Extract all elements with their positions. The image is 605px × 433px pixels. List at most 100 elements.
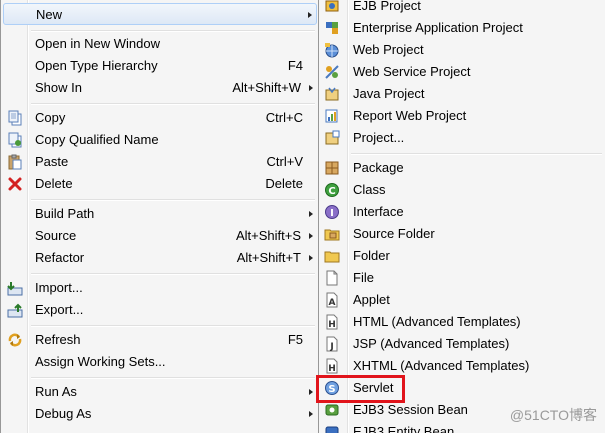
export-icon [7, 302, 23, 318]
delete-x-icon [7, 176, 23, 192]
menu-item-label: Run As [35, 384, 77, 399]
menu-item-refactor[interactable]: Refactor Alt+Shift+T [3, 247, 317, 269]
menu-item-label: Delete [35, 176, 73, 191]
menu-item-import[interactable]: Import... [3, 277, 317, 299]
menu-item-show-in[interactable]: Show In Alt+Shift+W [3, 77, 317, 99]
svg-text:H: H [328, 320, 336, 330]
menu-separator [31, 377, 315, 379]
menu-item-report-web-project[interactable]: Report Web Project [321, 105, 604, 127]
menu-item-label: Export... [35, 302, 84, 317]
menu-item-run-as[interactable]: Run As [3, 381, 317, 403]
copy-qualified-name-icon [7, 132, 23, 148]
watermark: @51CTO博客 [509, 407, 597, 423]
ejb3-session-bean-icon [324, 402, 340, 418]
menu-item-label: EJB Project [353, 0, 421, 13]
menu-item-label: Assign Working Sets... [35, 354, 166, 369]
submenu-arrow-icon [309, 233, 313, 239]
menu-item-folder[interactable]: Folder [321, 245, 604, 267]
menu-item-label: EJB3 Entity Bean [353, 424, 455, 433]
menu-item-shortcut: Alt+Shift+T [236, 250, 301, 265]
servlet-highlight-box [316, 375, 405, 403]
menu-item-enterprise-application-project[interactable]: Enterprise Application Project [321, 17, 604, 39]
java-project-icon [324, 86, 340, 102]
menu-item-shortcut: Alt+Shift+S [235, 228, 301, 243]
menu-item-open-type-hierarchy[interactable]: Open Type Hierarchy F4 [3, 55, 317, 77]
svg-text:J: J [329, 342, 333, 352]
menu-item-label: Paste [35, 154, 69, 169]
svg-text:C: C [328, 186, 335, 197]
svg-text:I: I [330, 208, 334, 219]
web-service-project-icon [324, 64, 340, 80]
menu-item-shortcut: F5 [287, 332, 303, 347]
menu-item-web-project[interactable]: Web Project [321, 39, 604, 61]
menu-item-assign-working-sets[interactable]: Assign Working Sets... [3, 351, 317, 373]
submenu-arrow-icon [309, 255, 313, 261]
menu-item-source[interactable]: Source Alt+Shift+S [3, 225, 317, 247]
file-icon [324, 270, 340, 286]
menu-item-label: HTML (Advanced Templates) [353, 314, 521, 329]
menu-item-export[interactable]: Export... [3, 299, 317, 321]
menu-item-new[interactable]: New [3, 3, 317, 25]
menu-item-jsp[interactable]: J JSP (Advanced Templates) [321, 333, 604, 355]
menu-item-label: Interface [353, 204, 404, 219]
menu-item-label: Debug As [35, 406, 92, 421]
ejb3-entity-bean-icon [324, 424, 340, 433]
menu-separator [31, 325, 315, 327]
menu-item-label: Import... [35, 280, 83, 295]
menu-item-label: Show In [35, 80, 82, 95]
menu-item-java-project[interactable]: Java Project [321, 83, 604, 105]
submenu-arrow-icon [309, 411, 313, 417]
menu-item-label: Source [35, 228, 77, 243]
report-web-project-icon [324, 108, 340, 124]
xhtml-file-icon: H [324, 358, 340, 374]
menu-item-label: Open in New Window [35, 36, 160, 51]
menu-item-delete[interactable]: Delete Delete [3, 173, 317, 195]
menu-item-label: Copy [35, 110, 66, 125]
menu-item-label: Package [353, 160, 404, 175]
menu-item-label: Report Web Project [353, 108, 467, 123]
web-project-globe-icon [324, 42, 340, 58]
project-icon [324, 130, 340, 146]
menu-item-label: XHTML (Advanced Templates) [353, 358, 530, 373]
menu-item-copy-qualified-name[interactable]: Copy Qualified Name [3, 129, 317, 151]
menu-item-label: Java Project [353, 86, 425, 101]
menu-item-paste[interactable]: Paste Ctrl+V [3, 151, 317, 173]
menu-item-package[interactable]: Package [321, 157, 604, 179]
menu-item-refresh[interactable]: Refresh F5 [3, 329, 317, 351]
source-folder-icon [324, 226, 340, 242]
import-icon [7, 280, 23, 296]
new-submenu: EJB Project Enterprise Application Proje… [318, 0, 605, 433]
menu-item-file[interactable]: File [321, 267, 604, 289]
menu-item-label: JSP (Advanced Templates) [353, 336, 510, 351]
menu-item-label: Folder [353, 248, 390, 263]
svg-text:H: H [328, 364, 336, 374]
enterprise-project-icon [324, 20, 340, 36]
menu-separator [31, 103, 315, 105]
menu-item-label: Copy Qualified Name [35, 132, 159, 147]
refresh-icon [7, 332, 23, 348]
menu-item-project[interactable]: Project... [321, 127, 604, 149]
menu-item-label: Web Project [353, 42, 424, 57]
menu-item-open-in-new-window[interactable]: Open in New Window [3, 33, 317, 55]
menu-item-label: Refresh [35, 332, 81, 347]
menu-item-label: Project... [353, 130, 405, 145]
package-icon [324, 160, 340, 176]
menu-item-label: Refactor [35, 250, 85, 265]
menu-item-label: Class [353, 182, 386, 197]
menu-item-build-path[interactable]: Build Path [3, 203, 317, 225]
menu-item-interface[interactable]: I Interface [321, 201, 604, 223]
menu-item-class[interactable]: C Class [321, 179, 604, 201]
menu-item-html[interactable]: H HTML (Advanced Templates) [321, 311, 604, 333]
menu-item-copy[interactable]: Copy Ctrl+C [3, 107, 317, 129]
menu-item-web-service-project[interactable]: Web Service Project [321, 61, 604, 83]
menu-item-ejb-project[interactable]: EJB Project [321, 0, 604, 17]
submenu-arrow-icon [308, 12, 312, 18]
paste-icon [7, 154, 23, 170]
menu-item-xhtml[interactable]: H XHTML (Advanced Templates) [321, 355, 604, 377]
menu-item-source-folder[interactable]: Source Folder [321, 223, 604, 245]
menu-item-shortcut: F4 [287, 58, 303, 73]
menu-item-applet[interactable]: A Applet [321, 289, 604, 311]
menu-item-debug-as[interactable]: Debug As [3, 403, 317, 425]
menu-item-label: Enterprise Application Project [353, 20, 523, 35]
menu-item-label: Source Folder [353, 226, 435, 241]
